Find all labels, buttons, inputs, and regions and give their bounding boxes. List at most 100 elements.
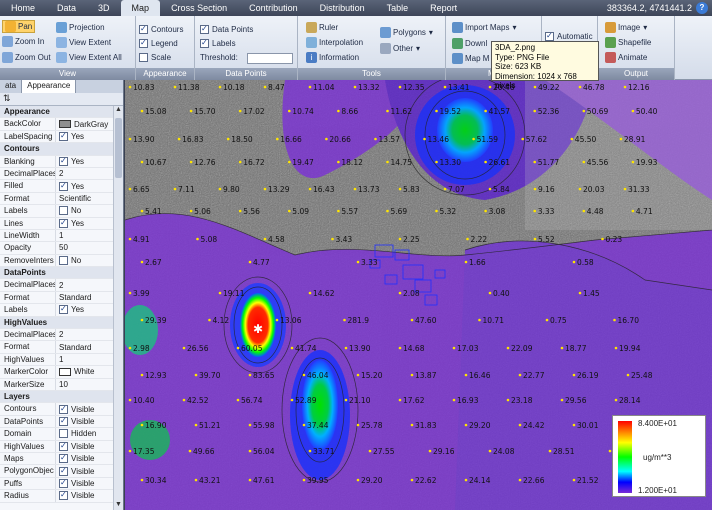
property-value[interactable]: Yes xyxy=(56,156,113,167)
menu-tab-data[interactable]: Data xyxy=(46,0,87,16)
tab-data[interactable]: ata xyxy=(0,80,23,93)
property-value[interactable]: 10 xyxy=(56,379,113,390)
scroll-down-icon[interactable]: ▼ xyxy=(114,501,123,510)
other-dropdown[interactable]: Other ▾ xyxy=(380,43,420,54)
property-row[interactable]: MarkerColor White xyxy=(0,366,113,379)
property-checkbox[interactable] xyxy=(59,255,68,265)
download-button[interactable]: Downl xyxy=(452,38,487,49)
property-checkbox[interactable] xyxy=(59,218,68,228)
property-value[interactable]: 1 xyxy=(56,230,113,241)
property-value[interactable]: 2 xyxy=(56,168,113,179)
projection-button[interactable]: Projection xyxy=(56,22,105,33)
scroll-thumb[interactable] xyxy=(115,118,122,178)
property-row[interactable]: BackColor DarkGray xyxy=(0,118,113,131)
property-row[interactable]: Labels No xyxy=(0,205,113,218)
sort-az-icon[interactable]: ⇅ xyxy=(3,93,11,103)
shapefile-button[interactable]: Shapefile xyxy=(605,37,651,48)
property-value[interactable]: Scientific xyxy=(56,193,113,204)
property-value[interactable]: Visible xyxy=(56,403,113,414)
labels-checkbox[interactable]: Labels xyxy=(200,38,236,48)
property-row[interactable]: Labels Yes xyxy=(0,304,113,317)
image-dropdown[interactable]: Image ▾ xyxy=(605,22,647,33)
property-value[interactable]: Visible xyxy=(56,416,113,427)
zoom-in-button[interactable]: Zoom In xyxy=(2,36,44,47)
high-value-marker[interactable]: ✱ xyxy=(253,322,263,336)
map-manager-button[interactable]: Map M xyxy=(452,53,489,64)
property-row[interactable]: Lines Yes xyxy=(0,217,113,230)
property-row[interactable]: Blanking Yes xyxy=(0,155,113,168)
interpolation-button[interactable]: Interpolation xyxy=(306,37,363,48)
tab-appearance[interactable]: Appearance xyxy=(22,80,77,93)
property-value[interactable]: Yes xyxy=(56,131,113,142)
property-checkbox[interactable] xyxy=(59,181,68,191)
property-row[interactable]: Contours Visible xyxy=(0,403,113,416)
property-value[interactable]: Visible xyxy=(56,490,113,501)
zoom-out-button[interactable]: Zoom Out xyxy=(2,52,51,63)
menu-tab-distribution[interactable]: Distribution xyxy=(309,0,376,16)
property-value[interactable]: Visible xyxy=(56,465,113,476)
property-value[interactable]: DarkGray xyxy=(56,118,113,129)
property-value[interactable]: Yes xyxy=(56,304,113,315)
data-points-checkbox[interactable]: Data Points xyxy=(200,24,253,34)
property-value[interactable]: 2 xyxy=(56,279,113,290)
information-button[interactable]: i Information xyxy=(306,52,359,63)
property-checkbox[interactable] xyxy=(59,206,68,216)
property-value[interactable]: Yes xyxy=(56,218,113,229)
view-extent-all-button[interactable]: View Extent All xyxy=(56,52,122,63)
menu-tab-home[interactable]: Home xyxy=(0,0,46,16)
property-row[interactable]: DecimalPlaces 2 xyxy=(0,279,113,292)
property-checkbox[interactable] xyxy=(59,416,68,426)
property-checkbox[interactable] xyxy=(59,453,68,464)
property-row[interactable]: Format Standard xyxy=(0,291,113,305)
property-value[interactable]: Visible xyxy=(56,441,113,452)
scroll-up-icon[interactable]: ▲ xyxy=(114,106,123,115)
property-row[interactable]: LineWidth 1 xyxy=(0,229,113,243)
property-checkbox[interactable] xyxy=(59,490,68,501)
property-row[interactable]: Domain Hidden xyxy=(0,428,113,441)
property-value[interactable]: 1 xyxy=(56,354,113,365)
property-value[interactable]: Hidden xyxy=(56,428,113,439)
property-checkbox[interactable] xyxy=(59,304,68,315)
property-row[interactable]: RemoveInters No xyxy=(0,254,113,268)
property-value[interactable]: No xyxy=(56,255,113,266)
automatic-checkbox[interactable]: Automatic xyxy=(545,31,593,41)
property-value[interactable]: Yes xyxy=(56,180,113,191)
property-checkbox[interactable] xyxy=(59,404,68,414)
menu-tab-table[interactable]: Table xyxy=(376,0,420,16)
property-value[interactable]: No xyxy=(56,205,113,216)
property-value[interactable]: Standard xyxy=(56,341,113,352)
property-value[interactable]: Standard xyxy=(56,292,113,303)
polygons-dropdown[interactable]: Polygons ▾ xyxy=(380,27,433,38)
property-row[interactable]: PolygonObjec Visible xyxy=(0,465,113,478)
property-checkbox[interactable] xyxy=(59,478,68,488)
contours-checkbox[interactable]: Contours xyxy=(139,24,183,34)
property-row[interactable]: Puffs Visible xyxy=(0,477,113,491)
threshold-input[interactable] xyxy=(247,53,293,64)
property-value[interactable]: Visible xyxy=(56,478,113,489)
property-row[interactable]: DecimalPlaces 2 xyxy=(0,167,113,181)
property-row[interactable]: DataPoints Visible xyxy=(0,415,113,429)
import-maps-dropdown[interactable]: Import Maps ▾ xyxy=(452,22,516,33)
pan-button[interactable]: Pan xyxy=(2,20,36,33)
menu-tab-contribution[interactable]: Contribution xyxy=(238,0,309,16)
menu-tab-3d[interactable]: 3D xyxy=(87,0,121,16)
view-extent-button[interactable]: View Extent xyxy=(56,37,111,48)
property-value[interactable]: Visible xyxy=(56,453,113,464)
property-checkbox[interactable] xyxy=(59,156,68,166)
animate-button[interactable]: Animate xyxy=(605,52,647,63)
property-checkbox[interactable] xyxy=(59,441,68,451)
property-row[interactable]: Maps Visible xyxy=(0,452,113,466)
property-row[interactable]: MarkerSize 10 xyxy=(0,378,113,391)
menu-tab-map[interactable]: Map xyxy=(120,0,161,16)
menu-tab-report[interactable]: Report xyxy=(419,0,468,16)
property-row[interactable]: HighValues Visible xyxy=(0,440,113,453)
property-value[interactable]: 50 xyxy=(56,242,113,253)
property-value[interactable]: 2 xyxy=(56,329,113,340)
ruler-button[interactable]: Ruler xyxy=(306,22,338,33)
property-checkbox[interactable] xyxy=(59,466,68,476)
property-row[interactable]: Radius Visible xyxy=(0,490,113,503)
property-row[interactable]: Format Scientific xyxy=(0,192,113,206)
property-row[interactable]: Opacity 50 xyxy=(0,242,113,255)
property-row[interactable]: DecimalPlaces 2 xyxy=(0,329,113,342)
property-row[interactable]: LabelSpacing Yes xyxy=(0,130,113,144)
